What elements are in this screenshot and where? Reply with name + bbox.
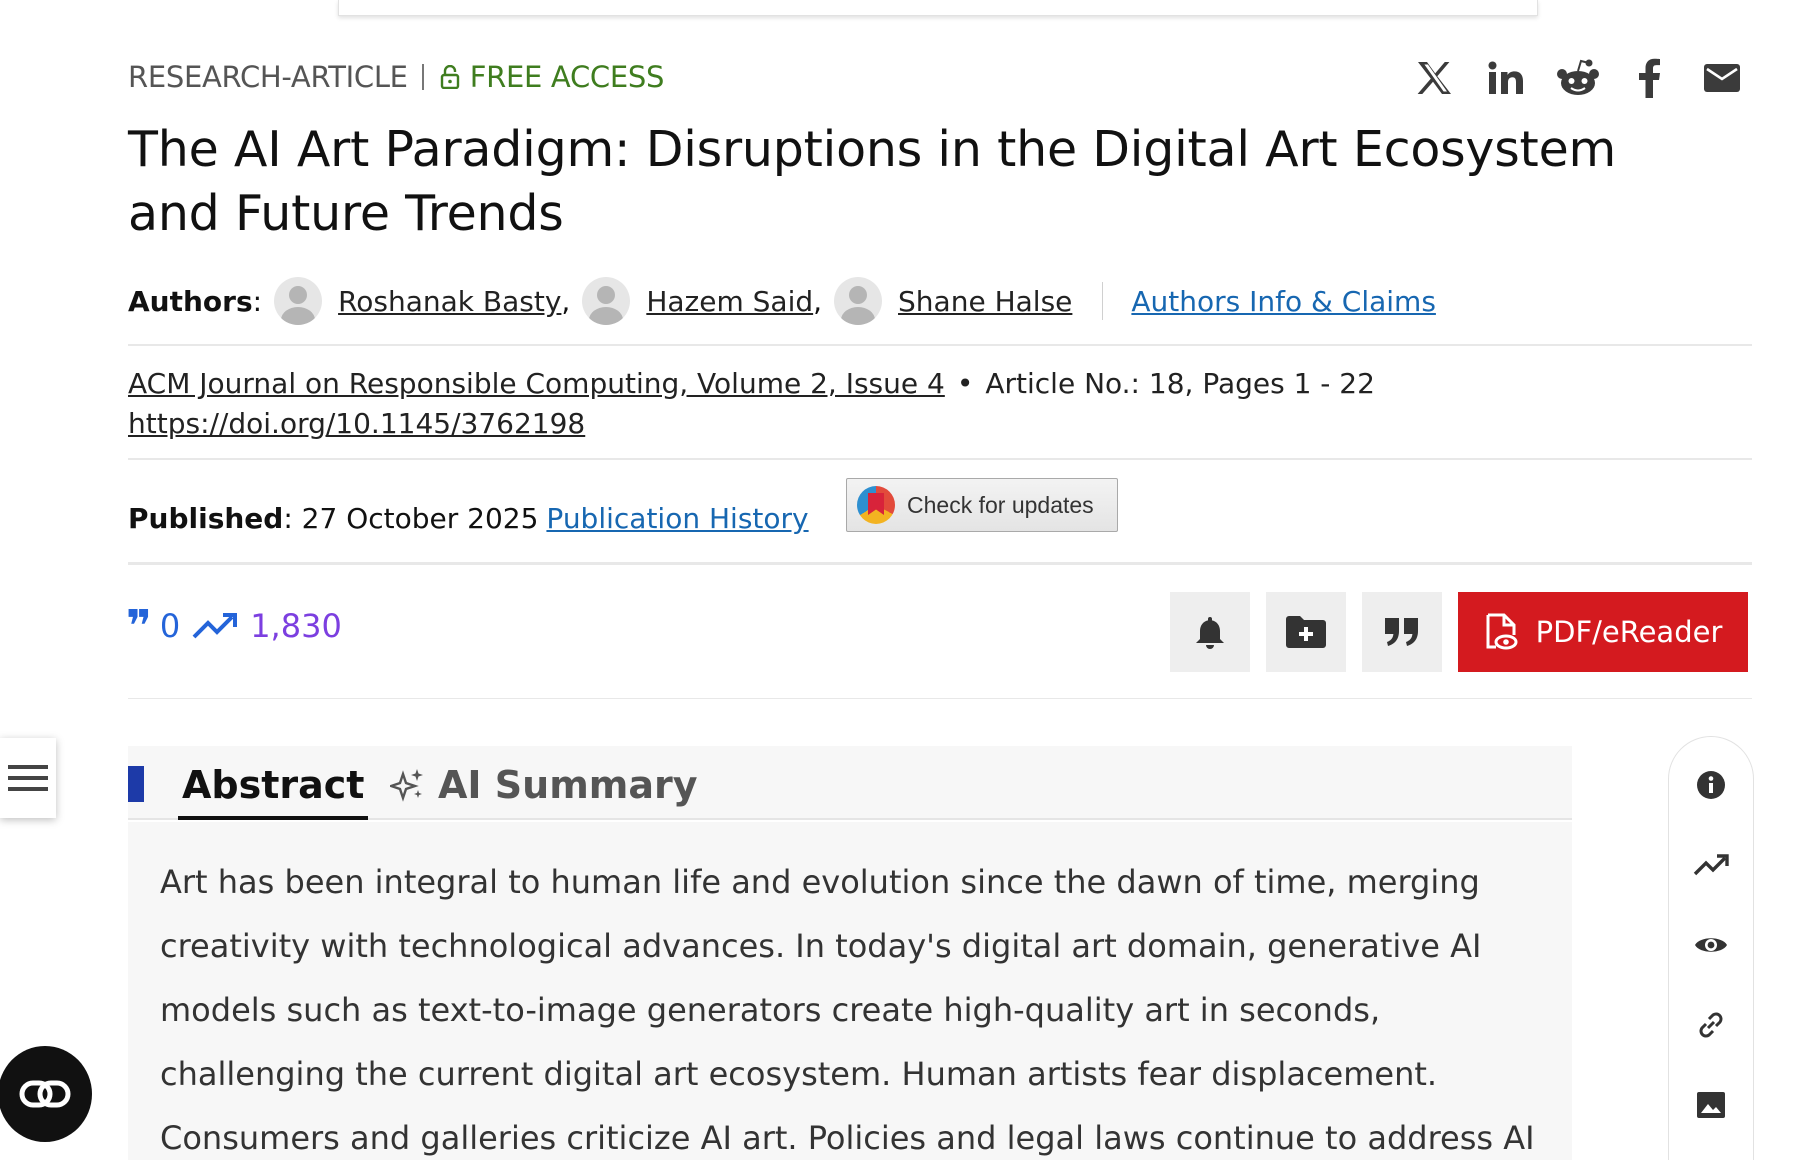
check-for-updates-button[interactable]: Check for updates [846, 478, 1118, 532]
tab-abstract[interactable]: Abstract [178, 754, 369, 820]
author-link[interactable]: Hazem Said [646, 285, 813, 318]
kicker-divider [421, 64, 424, 90]
reddit-icon[interactable] [1542, 56, 1614, 100]
facebook-icon[interactable] [1614, 56, 1686, 100]
authors-info-link[interactable]: Authors Info & Claims [1131, 285, 1436, 318]
share-bar [1398, 56, 1758, 100]
published-label: Published [128, 501, 284, 535]
citation-quote-icon: ❞ [126, 600, 152, 652]
article-number: Article No.: 18, Pages 1 - 22 [985, 367, 1375, 400]
free-access-badge: FREE ACCESS [469, 60, 665, 94]
chat-assistant-button[interactable] [0, 1046, 92, 1142]
ai-summary-label: AI Summary [438, 763, 698, 807]
authors-label: Authors [128, 284, 253, 318]
metrics-trend-icon[interactable] [1689, 843, 1733, 887]
table-of-contents-toggle[interactable] [0, 738, 56, 818]
email-icon[interactable] [1686, 56, 1758, 100]
cite-button[interactable] [1362, 592, 1442, 672]
quote-icon [1385, 618, 1418, 646]
download-count[interactable]: 1,830 [250, 607, 342, 645]
pdf-ereader-button[interactable]: PDF/eReader [1458, 592, 1748, 672]
abstract-text: Art has been integral to human life and … [128, 822, 1572, 1160]
avatar [274, 277, 323, 325]
doi-link[interactable]: https://doi.org/10.1145/3762198 [128, 407, 585, 440]
authors-divider [1102, 282, 1104, 320]
action-bar: PDF/eReader [1170, 592, 1748, 672]
eye-icon[interactable] [1689, 923, 1733, 967]
section-marker [128, 766, 144, 802]
journal-link[interactable]: ACM Journal on Responsible Computing, Vo… [128, 367, 945, 400]
pdf-ereader-label: PDF/eReader [1535, 615, 1723, 649]
abstract-tabs: Abstract AI Summary [128, 746, 1572, 820]
author-link[interactable]: Shane Halse [898, 285, 1072, 318]
authors-row: Authors: Roshanak Basty, Hazem Said, Sha… [128, 276, 1436, 326]
pdf-view-icon [1486, 613, 1518, 650]
article-title: The AI Art Paradigm: Disruptions in the … [128, 121, 1617, 242]
bell-icon [1196, 617, 1224, 649]
divider [128, 458, 1752, 460]
right-tool-rail [1668, 736, 1754, 1160]
menu-icon [8, 765, 48, 791]
trending-up-icon [192, 613, 238, 639]
check-for-updates-label: Check for updates [907, 491, 1094, 518]
x-icon[interactable] [1398, 56, 1470, 100]
top-toolbar-edge [338, 0, 1538, 16]
crossmark-icon [857, 486, 895, 524]
divider [128, 698, 1752, 699]
published-date: 27 October 2025 [301, 501, 539, 535]
linkedin-icon[interactable] [1470, 56, 1542, 100]
citation-count[interactable]: 0 [160, 607, 180, 645]
avatar [834, 277, 883, 325]
avatar [582, 277, 631, 325]
author-link[interactable]: Roshanak Basty [338, 285, 561, 318]
alert-bell-button[interactable] [1170, 592, 1250, 672]
tab-ai-summary[interactable]: AI Summary [390, 754, 698, 816]
divider [128, 562, 1752, 565]
article-kicker: RESEARCH-ARTICLE FREE ACCESS [128, 60, 664, 94]
journal-info: ACM Journal on Responsible Computing, Vo… [128, 367, 1375, 440]
divider [128, 344, 1752, 346]
metrics-row: ❞ 0 1,830 [126, 601, 342, 652]
chat-link-icon [19, 1080, 71, 1108]
lock-open-icon [440, 65, 459, 89]
image-icon[interactable] [1689, 1083, 1733, 1127]
published-row: Published: 27 October 2025 Publication H… [128, 501, 809, 535]
article-type: RESEARCH-ARTICLE [128, 60, 408, 94]
folder-add-icon [1286, 616, 1326, 648]
sparkle-icon [390, 769, 423, 802]
publication-history-link[interactable]: Publication History [546, 502, 808, 535]
add-to-folder-button[interactable] [1266, 592, 1346, 672]
info-icon[interactable] [1689, 763, 1733, 807]
link-icon[interactable] [1689, 1003, 1733, 1047]
